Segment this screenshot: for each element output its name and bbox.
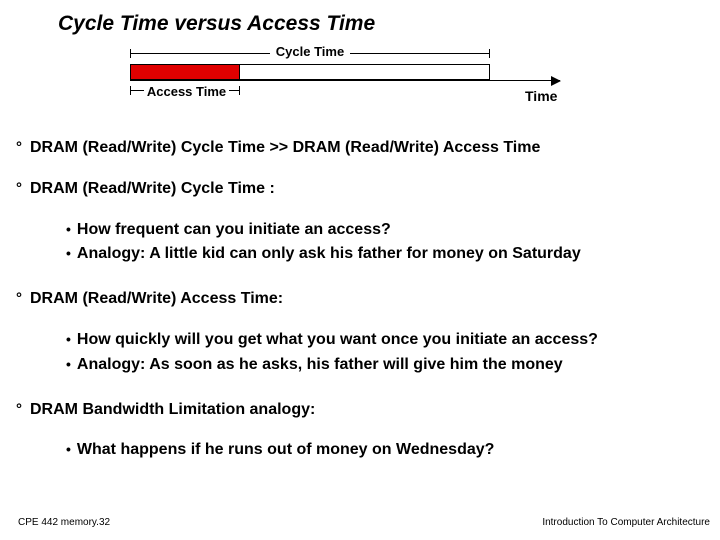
bullet-1: ° DRAM (Read/Write) Cycle Time >> DRAM (… [16, 138, 710, 159]
bullet-text: DRAM (Read/Write) Access Time: [30, 289, 710, 310]
dot-marker-icon: • [66, 330, 71, 350]
content-body: ° DRAM (Read/Write) Cycle Time >> DRAM (… [10, 138, 710, 461]
degree-marker-icon: ° [16, 289, 22, 309]
slide-title: Cycle Time versus Access Time [58, 12, 710, 36]
cycle-time-label: Cycle Time [270, 44, 350, 59]
sub-bullet-text: What happens if he runs out of money on … [77, 440, 710, 461]
footer-right: Introduction To Computer Architecture [542, 517, 710, 528]
degree-marker-icon: ° [16, 179, 22, 199]
bullet-2: ° DRAM (Read/Write) Cycle Time : [16, 179, 710, 200]
dot-marker-icon: • [66, 244, 71, 264]
dot-marker-icon: • [66, 355, 71, 375]
bullet-3: ° DRAM (Read/Write) Access Time: [16, 289, 710, 310]
sub-bullet: • How quickly will you get what you want… [66, 330, 710, 351]
timing-diagram: Cycle Time Access Time Time [130, 50, 630, 122]
footer-left: CPE 442 memory.32 [18, 517, 110, 528]
sub-bullet-text: Analogy: A little kid can only ask his f… [77, 244, 710, 265]
time-axis-arrow [130, 80, 560, 81]
access-time-bar [130, 64, 240, 80]
sub-bullet-text: How quickly will you get what you want o… [77, 330, 710, 351]
slide: Cycle Time versus Access Time Cycle Time… [0, 0, 720, 540]
sub-bullet-text: Analogy: As soon as he asks, his father … [77, 355, 710, 376]
bullet-text: DRAM Bandwidth Limitation analogy: [30, 400, 710, 421]
access-time-label: Access Time [144, 84, 229, 99]
sub-bullet: • What happens if he runs out of money o… [66, 440, 710, 461]
time-axis-label: Time [525, 88, 557, 104]
sub-bullet: • Analogy: A little kid can only ask his… [66, 244, 710, 265]
bullet-text: DRAM (Read/Write) Cycle Time >> DRAM (Re… [30, 138, 710, 159]
sub-bullet-text: How frequent can you initiate an access? [77, 220, 710, 241]
bullet-text: DRAM (Read/Write) Cycle Time : [30, 179, 710, 200]
bullet-4: ° DRAM Bandwidth Limitation analogy: [16, 400, 710, 421]
dot-marker-icon: • [66, 220, 71, 240]
degree-marker-icon: ° [16, 138, 22, 158]
degree-marker-icon: ° [16, 400, 22, 420]
sub-bullet: • How frequent can you initiate an acces… [66, 220, 710, 241]
dot-marker-icon: • [66, 440, 71, 460]
sub-bullet: • Analogy: As soon as he asks, his fathe… [66, 355, 710, 376]
